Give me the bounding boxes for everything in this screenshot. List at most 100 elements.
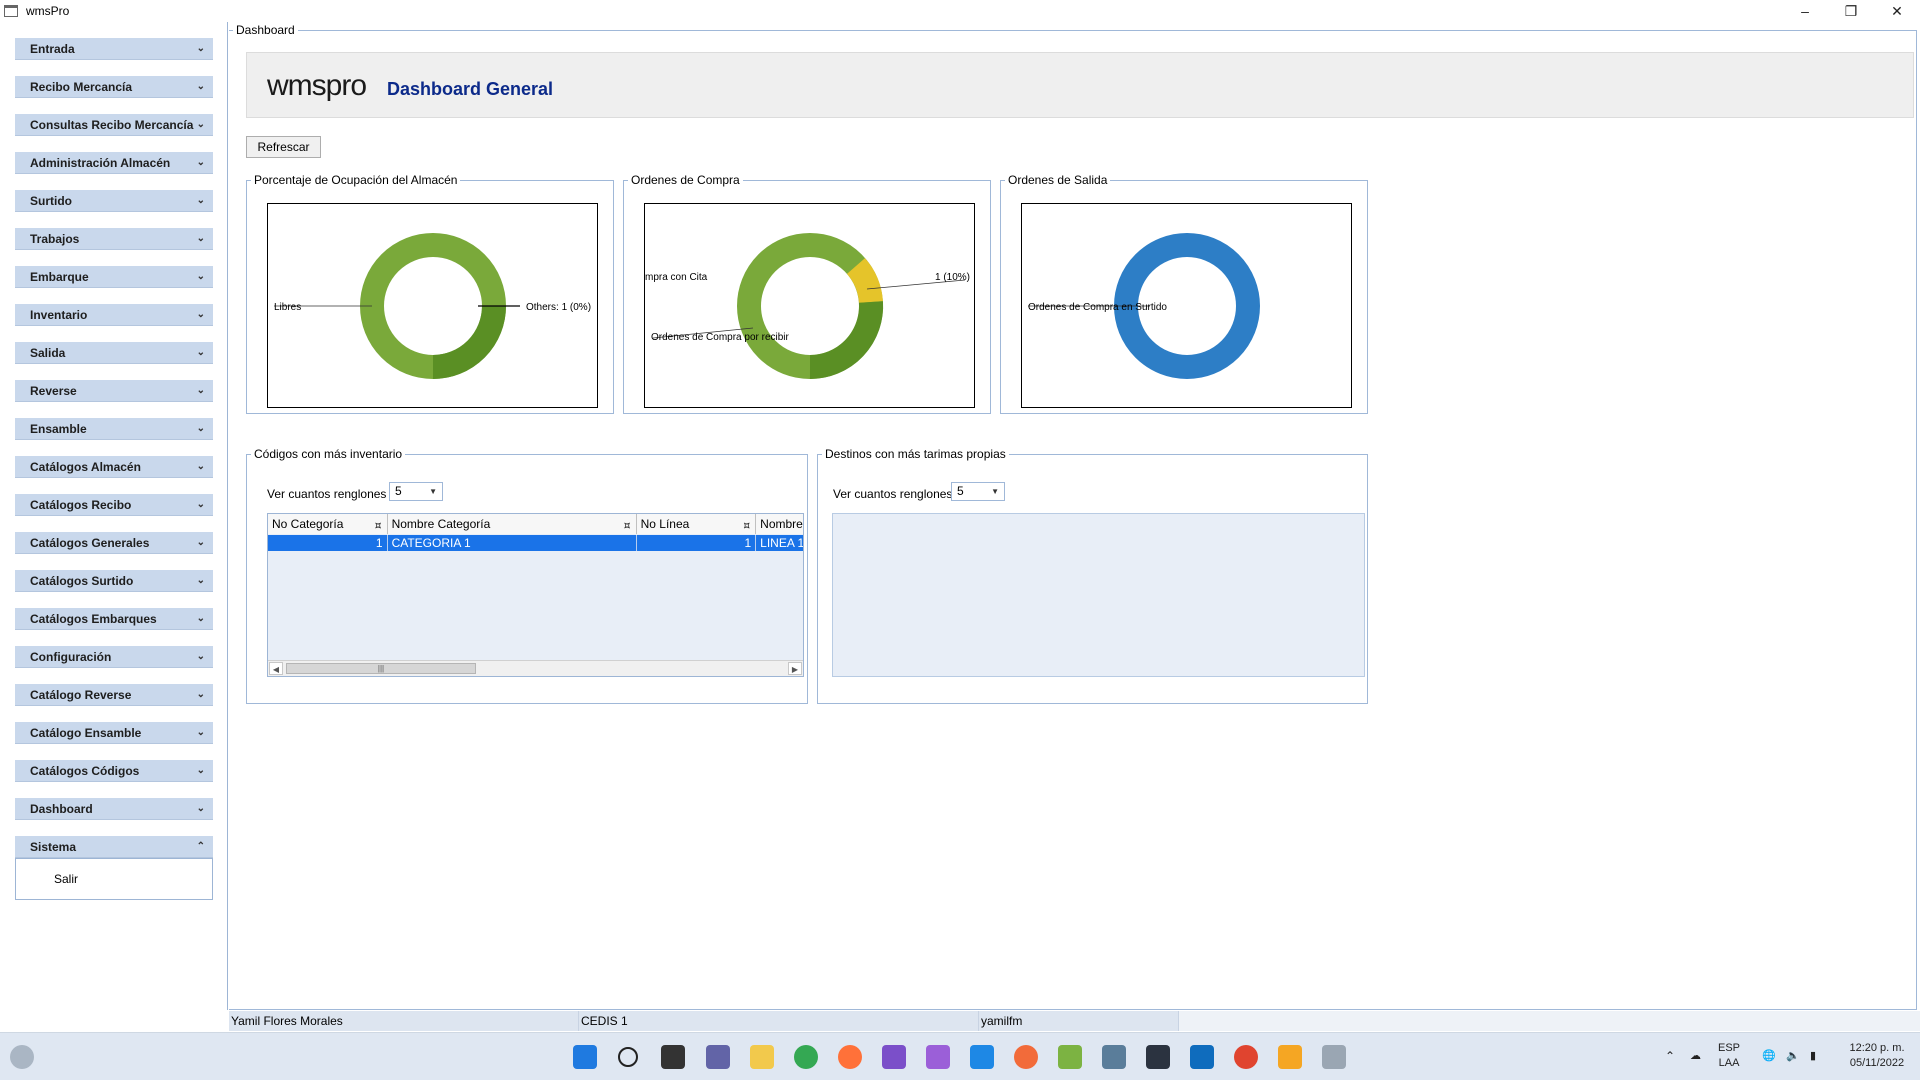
start-icon[interactable]: [573, 1045, 597, 1069]
sidebar-item-label: Catálogos Surtido: [30, 573, 134, 588]
sidebar-item-catalogo-reverse[interactable]: Catálogo Reverse ⌄: [15, 684, 213, 706]
sidebar-item-ensamble[interactable]: Ensamble ⌄: [15, 418, 213, 440]
wmspro-taskbar-icon[interactable]: [1322, 1045, 1346, 1069]
sidebar-item-catalogos-recibo[interactable]: Catálogos Recibo ⌄: [15, 494, 213, 516]
postman-icon[interactable]: [1014, 1045, 1038, 1069]
codes-grid-header: No Categoría ⯏ Nombre Categoría ⯏ No Línea…: [268, 514, 803, 534]
sidebar-item-admin-almacen[interactable]: Administración Almacén ⌄: [15, 152, 213, 174]
sidebar-item-catalogos-surtido[interactable]: Catálogos Surtido ⌄: [15, 570, 213, 592]
window-title: wmsPro: [26, 4, 70, 18]
scroll-thumb[interactable]: |||: [286, 663, 476, 674]
sidebar-item-recibo-mercancia[interactable]: Recibo Mercancía ⌄: [15, 76, 213, 98]
sidebar-item-salida[interactable]: Salida ⌄: [15, 342, 213, 364]
file-explorer-icon[interactable]: [750, 1045, 774, 1069]
destinations-rows-value: 5: [957, 484, 964, 498]
minimize-button[interactable]: –: [1782, 0, 1828, 22]
destinations-panel: Ver cuantos renglones 5 ▼: [817, 454, 1368, 704]
sidebar-item-label: Catálogos Recibo: [30, 497, 132, 512]
filter-icon[interactable]: ⯏: [374, 516, 383, 536]
sidebar-item-configuracion[interactable]: Configuración ⌄: [15, 646, 213, 668]
sidebar-item-label: Configuración: [30, 649, 112, 664]
status-user: Yamil Flores Morales: [229, 1011, 579, 1031]
header-panel: wmspro Dashboard General: [246, 52, 1914, 118]
taskbar: ⌃ ☁ ESP LAA 🌐 🔈 ▮ 12:20 p. m. 05/11/2022: [0, 1032, 1920, 1080]
sidebar-item-inventario[interactable]: Inventario ⌄: [15, 304, 213, 326]
clock[interactable]: 12:20 p. m. 05/11/2022: [1838, 1041, 1916, 1071]
table-row[interactable]: 1 CATEGORIA 1 1 LINEA 1: [268, 535, 803, 551]
sidebar-item-catalogos-codigos[interactable]: Catálogos Códigos ⌄: [15, 760, 213, 782]
sidebar-item-embarque[interactable]: Embarque ⌄: [15, 266, 213, 288]
network-tool-icon[interactable]: [1102, 1045, 1126, 1069]
chart-label-libres: Libres: [274, 302, 301, 313]
codes-rows-select[interactable]: 5 ▼: [389, 482, 443, 501]
language-indicator[interactable]: ESP LAA: [1718, 1041, 1740, 1071]
column-nombre[interactable]: Nombre: [756, 514, 803, 534]
vscode-icon[interactable]: [970, 1045, 994, 1069]
app-cube-icon[interactable]: [1146, 1045, 1170, 1069]
sidebar-item-catalogos-embarques[interactable]: Catálogos Embarques ⌄: [15, 608, 213, 630]
chrome-icon[interactable]: [794, 1045, 818, 1069]
chevron-up-icon: ⌃: [196, 841, 205, 852]
horizontal-scrollbar[interactable]: ◀ ||| ▶: [268, 660, 803, 676]
chevron-down-icon: ⌄: [196, 233, 205, 244]
filter-icon[interactable]: ⯏: [623, 516, 632, 536]
sidebar-item-entrada[interactable]: Entrada ⌄: [15, 38, 213, 60]
scroll-left-icon[interactable]: ◀: [269, 662, 283, 675]
close-button[interactable]: ✕: [1874, 0, 1920, 22]
sidebar-item-catalogos-almacen[interactable]: Catálogos Almacén ⌄: [15, 456, 213, 478]
volume-icon[interactable]: 🔈: [1786, 1049, 1800, 1064]
column-nombre-categoria[interactable]: Nombre Categoría ⯏: [387, 514, 637, 536]
sidebar-item-reverse[interactable]: Reverse ⌄: [15, 380, 213, 402]
sidebar-item-surtido[interactable]: Surtido ⌄: [15, 190, 213, 212]
sidebar-item-consultas-recibo[interactable]: Consultas Recibo Mercancía ⌄: [15, 114, 213, 136]
refresh-button[interactable]: Refrescar: [246, 136, 321, 158]
filezilla-icon[interactable]: [1234, 1045, 1258, 1069]
title-bar: wmsPro – ❐ ✕: [0, 0, 1920, 22]
visual-studio-preview-icon[interactable]: [926, 1045, 950, 1069]
destinations-grid[interactable]: [832, 513, 1365, 677]
tool-icon[interactable]: [1058, 1045, 1082, 1069]
sidebar-item-label: Inventario: [30, 307, 88, 322]
sidebar-item-trabajos[interactable]: Trabajos ⌄: [15, 228, 213, 250]
sidebar-item-label: Catálogos Generales: [30, 535, 150, 550]
chevron-down-icon: ⌄: [196, 157, 205, 168]
column-no-categoria[interactable]: No Categoría ⯏: [268, 514, 388, 534]
task-view-icon[interactable]: [661, 1045, 685, 1069]
sidebar-item-label: Catálogos Embarques: [30, 611, 157, 626]
filter-icon[interactable]: ⯏: [743, 516, 752, 536]
network-icon[interactable]: 🌐: [1762, 1049, 1776, 1064]
remote-desktop-icon[interactable]: [1278, 1045, 1302, 1069]
battery-icon[interactable]: ▮: [1810, 1049, 1816, 1064]
sidebar-item-label: Catálogos Almacén: [30, 459, 141, 474]
destinations-panel-title: Destinos con más tarimas propias: [822, 447, 1009, 461]
outlook-icon[interactable]: [1190, 1045, 1214, 1069]
column-no-linea[interactable]: No Línea ⯏: [636, 514, 757, 536]
sidebar-item-label: Trabajos: [30, 231, 80, 246]
restore-button[interactable]: ❐: [1828, 0, 1874, 22]
sidebar-item-catalogo-ensamble[interactable]: Catálogo Ensamble ⌄: [15, 722, 213, 744]
chart-slice-con-cita: [846, 258, 883, 304]
chevron-down-icon: ⌄: [196, 537, 205, 548]
sidebar-item-dashboard[interactable]: Dashboard ⌄: [15, 798, 213, 820]
submenu-item-salir[interactable]: Salir: [54, 872, 78, 886]
onedrive-icon[interactable]: ☁: [1690, 1049, 1701, 1064]
sidebar-item-label: Surtido: [30, 193, 72, 208]
teams-icon[interactable]: [706, 1045, 730, 1069]
sidebar-item-sistema[interactable]: Sistema ⌃: [15, 836, 213, 858]
column-label: No Línea: [640, 517, 690, 531]
widgets-icon[interactable]: [10, 1045, 34, 1069]
codes-grid[interactable]: No Categoría ⯏ Nombre Categoría ⯏ No Línea…: [267, 513, 804, 677]
chevron-up-icon[interactable]: ⌃: [1665, 1049, 1675, 1064]
purchase-orders-chart: mpra con Cita 1 (10%) Ordenes de Compra …: [644, 203, 975, 408]
visual-studio-icon[interactable]: [882, 1045, 906, 1069]
sidebar-item-catalogos-generales[interactable]: Catálogos Generales ⌄: [15, 532, 213, 554]
firefox-icon[interactable]: [838, 1045, 862, 1069]
search-icon[interactable]: [618, 1047, 638, 1067]
dashboard-group-title: Dashboard: [233, 23, 298, 37]
chevron-down-icon: ⌄: [196, 499, 205, 510]
destinations-rows-select[interactable]: 5 ▼: [951, 482, 1005, 501]
status-filler: [1179, 1011, 1920, 1031]
chart-slice-shade: [432, 305, 506, 379]
occupancy-chart-title: Porcentaje de Ocupación del Almacén: [251, 173, 461, 187]
scroll-right-icon[interactable]: ▶: [788, 662, 802, 675]
